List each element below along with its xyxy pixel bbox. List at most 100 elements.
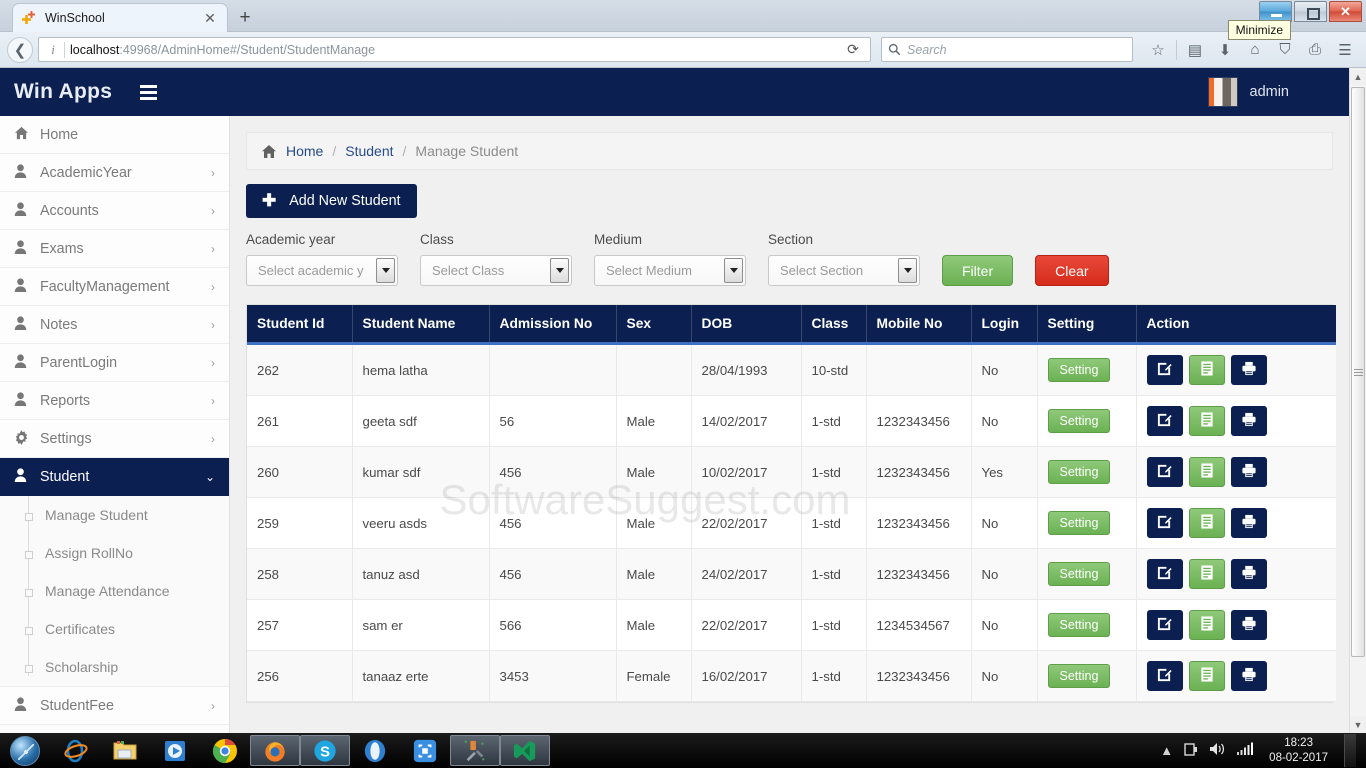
tray-expand-icon[interactable]: ▲: [1160, 743, 1173, 758]
filter-select-section[interactable]: Select Section: [768, 255, 920, 286]
taskbar-firefox-icon[interactable]: [250, 735, 300, 766]
edit-button[interactable]: [1146, 457, 1183, 487]
setting-button[interactable]: Setting: [1047, 664, 1111, 688]
downloads-icon[interactable]: ⬇: [1211, 37, 1239, 63]
taskbar-file-explorer-icon[interactable]: [100, 734, 150, 767]
tray-volume-icon[interactable]: [1209, 741, 1226, 760]
print-button[interactable]: [1230, 508, 1267, 538]
edit-button[interactable]: [1146, 406, 1183, 436]
taskbar-tools-icon[interactable]: [450, 735, 500, 766]
taskbar-visual-studio-icon[interactable]: [500, 735, 550, 766]
web-page: Win Apps admin Home AcademicYear › Accounts…: [0, 68, 1349, 733]
edit-button[interactable]: [1146, 508, 1183, 538]
sidebar-item-parentlogin[interactable]: ParentLogin ›: [0, 344, 229, 382]
tray-network-icon[interactable]: [1236, 742, 1254, 759]
tray-plug-icon[interactable]: [1183, 741, 1199, 760]
chevron-down-icon[interactable]: [376, 258, 395, 283]
scrollbar-thumb[interactable]: [1351, 87, 1365, 657]
filter-select-class[interactable]: Select Class: [420, 255, 572, 286]
filter-bar: Academic year Select academic y Class Selec…: [246, 232, 1333, 286]
sidebar-item-academicyear[interactable]: AcademicYear ›: [0, 154, 229, 192]
edit-button[interactable]: [1146, 610, 1183, 640]
print-button[interactable]: [1230, 559, 1267, 589]
search-bar[interactable]: Search: [881, 37, 1133, 62]
print-button[interactable]: [1230, 355, 1267, 385]
edit-button[interactable]: [1146, 661, 1183, 691]
print-button[interactable]: [1230, 610, 1267, 640]
list-button[interactable]: [1188, 661, 1225, 691]
sidebar-item-accounts[interactable]: Accounts ›: [0, 192, 229, 230]
taskbar-media-player-icon[interactable]: [150, 734, 200, 767]
chevron-down-icon[interactable]: [724, 258, 743, 283]
sidebar-item-settings[interactable]: Settings ›: [0, 420, 229, 458]
taskbar-screenshot-tool-icon[interactable]: [400, 734, 450, 767]
list-button[interactable]: [1188, 457, 1225, 487]
sidebar-item-exams[interactable]: Exams ›: [0, 230, 229, 268]
start-button[interactable]: [0, 734, 50, 767]
chevron-down-icon[interactable]: [550, 258, 569, 283]
filter-select-academic-year[interactable]: Select academic y: [246, 255, 398, 286]
chevron-down-icon[interactable]: [898, 258, 917, 283]
maximize-button[interactable]: [1294, 1, 1327, 22]
sidebar-item-studentfee[interactable]: StudentFee ›: [0, 687, 229, 725]
show-desktop-button[interactable]: [1344, 734, 1356, 767]
breadcrumb-student-link[interactable]: Student: [345, 143, 393, 159]
back-button-icon[interactable]: ❮: [7, 36, 33, 63]
bookmark-star-icon[interactable]: ☆: [1144, 37, 1172, 63]
list-button[interactable]: [1188, 610, 1225, 640]
setting-button[interactable]: Setting: [1047, 562, 1111, 586]
address-bar[interactable]: i localhost:49968/AdminHome#/Student/Stu…: [38, 37, 871, 62]
page-scrollbar[interactable]: ▲ ▼: [1349, 68, 1366, 733]
taskbar-internet-explorer-icon[interactable]: [50, 734, 100, 767]
list-button[interactable]: [1188, 406, 1225, 436]
page-info-icon[interactable]: i: [43, 42, 63, 58]
browser-tab-winschool[interactable]: WinSchool ✕: [12, 3, 228, 32]
edit-button[interactable]: [1146, 355, 1183, 385]
pocket-icon[interactable]: ⛉: [1271, 37, 1299, 63]
print-button[interactable]: [1230, 406, 1267, 436]
taskbar-opera-icon[interactable]: [350, 734, 400, 767]
print-button[interactable]: [1230, 457, 1267, 487]
browser-menu-icon[interactable]: ☰: [1331, 37, 1359, 63]
new-tab-button[interactable]: +: [232, 6, 258, 30]
minimize-button[interactable]: [1259, 1, 1292, 22]
sidebar-subitem-assign-rollno[interactable]: Assign RollNo: [0, 534, 229, 572]
sidebar-item-home[interactable]: Home: [0, 116, 229, 154]
taskbar-clock[interactable]: 18:23 08-02-2017: [1263, 736, 1334, 766]
sidebar-subitem-manage-student[interactable]: Manage Student: [0, 496, 229, 534]
filter-button[interactable]: Filter: [942, 255, 1014, 286]
setting-button[interactable]: Setting: [1047, 613, 1111, 637]
sidebar-item-student[interactable]: Student ⌄: [0, 458, 229, 496]
library-icon[interactable]: ▤: [1181, 37, 1209, 63]
sidebar-item-notes[interactable]: Notes ›: [0, 306, 229, 344]
setting-button[interactable]: Setting: [1047, 409, 1111, 433]
list-button[interactable]: [1188, 355, 1225, 385]
list-button[interactable]: [1188, 508, 1225, 538]
clear-button[interactable]: Clear: [1035, 255, 1109, 286]
sidebar-item-facultymanagement[interactable]: FacultyManagement ›: [0, 268, 229, 306]
taskbar-skype-icon[interactable]: S: [300, 735, 350, 766]
close-window-button[interactable]: [1329, 1, 1362, 22]
sidebar-toggle-icon[interactable]: [140, 84, 158, 100]
scroll-up-arrow[interactable]: ▲: [1350, 68, 1366, 85]
list-button[interactable]: [1188, 559, 1225, 589]
setting-button[interactable]: Setting: [1047, 460, 1111, 484]
scroll-down-arrow[interactable]: ▼: [1350, 716, 1366, 733]
taskbar-chrome-icon[interactable]: [200, 734, 250, 767]
print-button[interactable]: [1230, 661, 1267, 691]
breadcrumb-home-link[interactable]: Home: [286, 143, 323, 159]
sidebar-item-reports[interactable]: Reports ›: [0, 382, 229, 420]
reload-icon[interactable]: ⟳: [840, 41, 866, 58]
sidebar-subitem-scholarship[interactable]: Scholarship: [0, 648, 229, 686]
sidebar-subitem-manage-attendance[interactable]: Manage Attendance: [0, 572, 229, 610]
user-menu[interactable]: admin: [1207, 77, 1350, 107]
setting-button[interactable]: Setting: [1047, 511, 1111, 535]
add-new-student-button[interactable]: ✚ Add New Student: [246, 184, 417, 218]
close-tab-icon[interactable]: ✕: [201, 11, 219, 25]
edit-button[interactable]: [1146, 559, 1183, 589]
sidebar-subitem-certificates[interactable]: Certificates: [0, 610, 229, 648]
print-icon[interactable]: ⎙: [1301, 37, 1329, 63]
home-icon[interactable]: ⌂: [1241, 37, 1269, 63]
filter-select-medium[interactable]: Select Medium: [594, 255, 746, 286]
setting-button[interactable]: Setting: [1047, 358, 1111, 382]
